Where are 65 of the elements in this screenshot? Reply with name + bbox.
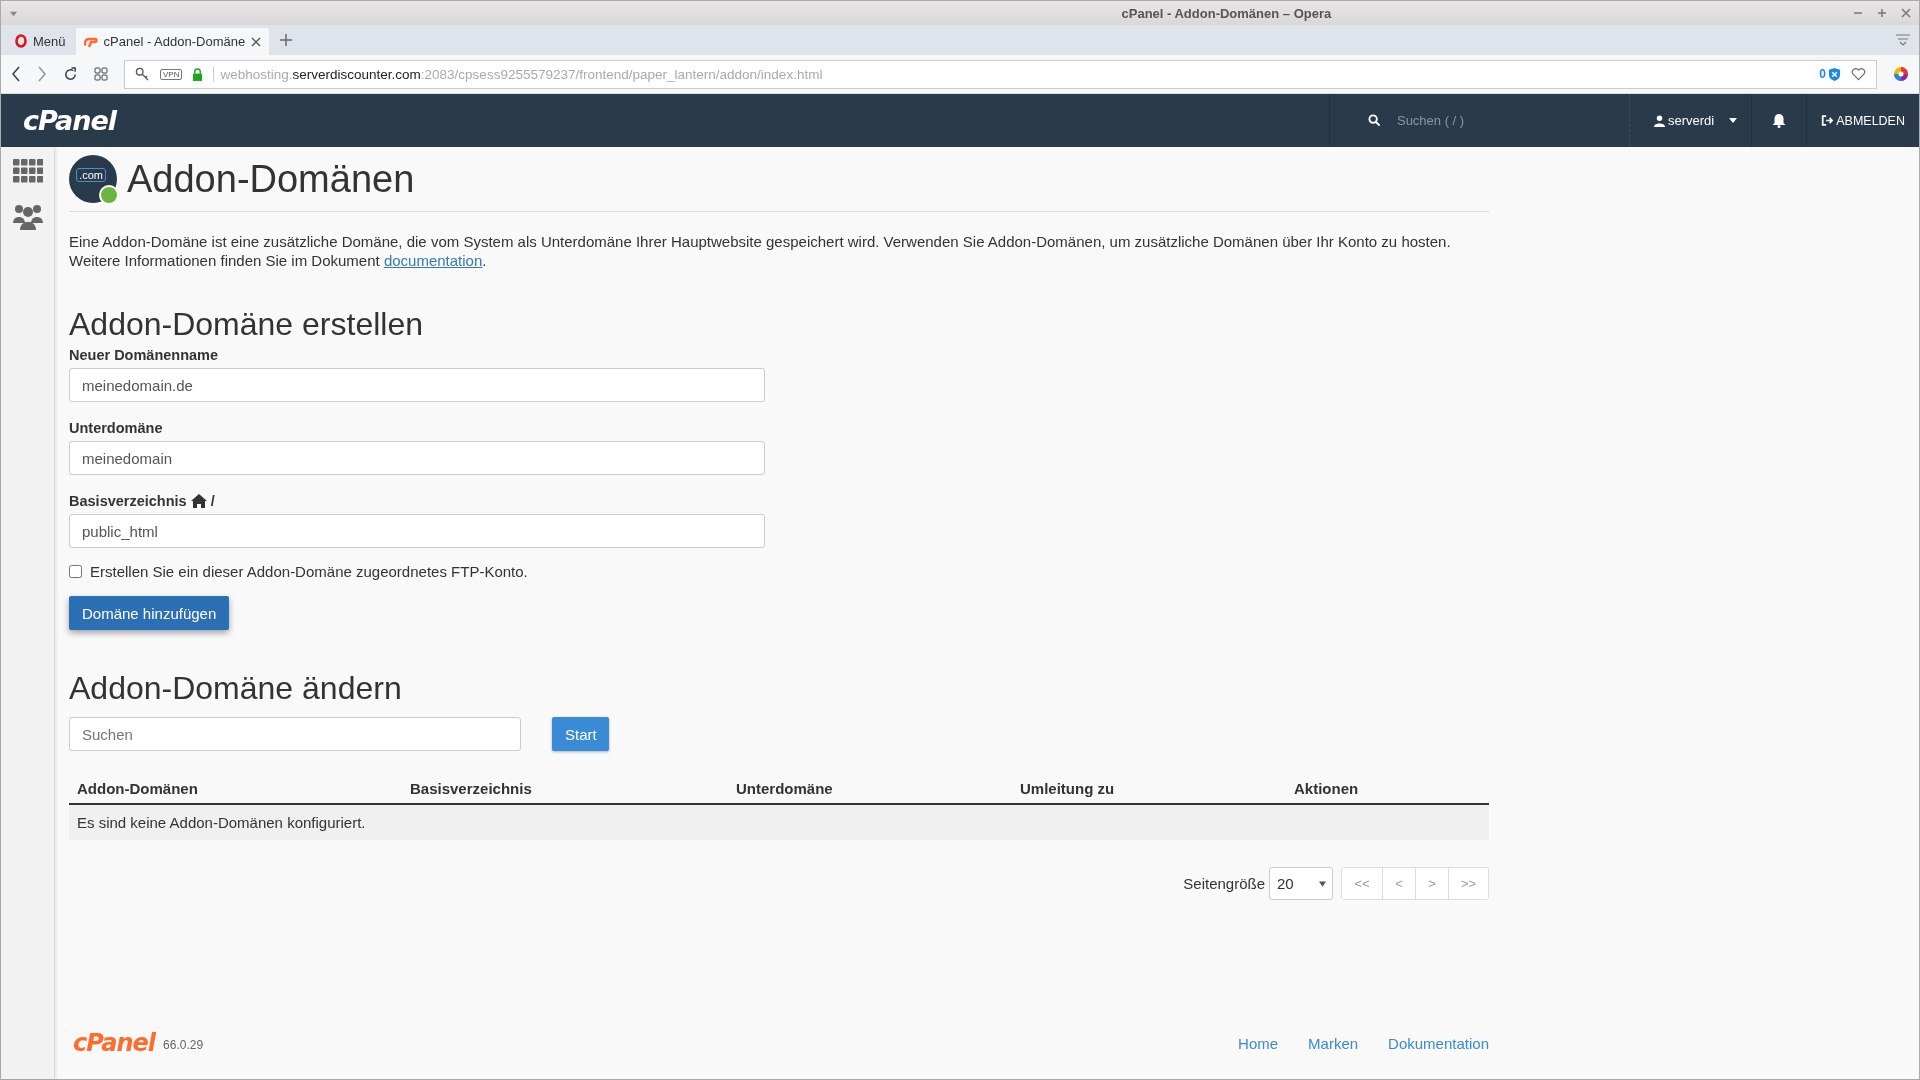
cpanel-logo[interactable]: cPanel [23, 105, 117, 136]
cpanel-favicon-icon [83, 35, 98, 48]
section-heading: Addon-Domäne ändern [69, 670, 403, 707]
field-label: Unterdomäne [69, 420, 163, 436]
column-header: Addon-Domänen [77, 779, 199, 797]
search-field[interactable]: Suchen ( / ) [1394, 112, 1599, 129]
section-heading: Addon-Domäne erstellen [69, 306, 424, 343]
page-title: Addon-Domänen [127, 157, 415, 201]
column-header: Basisverzeichnis [410, 779, 533, 797]
url-text: webhosting.serverdiscounter.com:2083/cpsess9255579237/frontend/paper_lantern/addon/index.html [213, 66, 823, 82]
text-field[interactable]: meinedomain.de [69, 368, 765, 402]
field-label: Neuer Domänenname [69, 347, 219, 363]
logout-button[interactable]: ABMELDEN [1807, 94, 1919, 147]
back-icon[interactable] [11, 66, 21, 82]
reload-icon[interactable] [63, 66, 78, 82]
addon-domain-icon: .com [69, 155, 117, 203]
user-icon [1653, 114, 1665, 127]
lock-icon [192, 67, 204, 81]
column-header: Unterdomäne [736, 779, 834, 797]
footer-link[interactable]: Dokumentation [1388, 1034, 1489, 1052]
heart-icon[interactable] [1851, 67, 1866, 81]
grid-icon[interactable] [12, 159, 43, 183]
bell-icon[interactable] [1772, 113, 1787, 128]
color-wheel-icon[interactable] [1893, 66, 1909, 82]
start-button[interactable]: Start [552, 717, 609, 751]
search-icon [1367, 114, 1381, 127]
window-title: cPanel - Addon-Domänen – Opera [1120, 5, 1332, 21]
text-field[interactable]: public_html [69, 514, 765, 548]
column-header: Aktionen [1294, 779, 1360, 797]
caret-icon [1319, 880, 1326, 887]
field-label: Basisverzeichnis [69, 493, 187, 509]
close-icon[interactable] [1901, 8, 1911, 18]
checkbox-label: Erstellen Sie ein dieser Addon-Domäne zugeordnetes FTP-Konto. [90, 563, 528, 580]
logout-icon [1821, 115, 1834, 126]
page-size-select[interactable]: 20 [1269, 867, 1333, 900]
intro-text: Eine Addon-Domäne ist eine zusätzliche Domäne, die vom System als Unterdomäne Ihrer Hauptwebsite gespeichert wird. Verwenden Sie Addon-Domänen, um zusätzliche Domänen über Ihr Konto zu hosten. Weitere Informationen finden Sie im Dokument documentation. [69, 232, 1452, 270]
tab-menu-icon[interactable] [1895, 34, 1911, 46]
add-domain-button[interactable]: Domäne hinzufügen [69, 596, 230, 630]
search-field[interactable]: Suchen [69, 717, 521, 751]
empty-table-message: Es sind keine Addon-Domänen konfiguriert. [69, 805, 1489, 840]
cpanel-logo: cPanel [73, 1029, 156, 1057]
browser-tab[interactable]: cPanel - Addon-Domäne [75, 28, 270, 55]
user-menu-button[interactable]: serverdi [1628, 94, 1752, 147]
forward-icon[interactable] [37, 66, 47, 82]
ftp-checkbox[interactable] [69, 565, 82, 578]
users-icon[interactable] [12, 203, 43, 231]
caret-icon [1729, 118, 1738, 123]
menu-button[interactable]: Menü [9, 27, 72, 55]
blocked-count: 0 [1819, 67, 1826, 81]
opera-logo-icon [15, 34, 27, 48]
new-tab-icon[interactable] [279, 33, 294, 47]
key-icon [135, 66, 150, 82]
column-header: Umleitung zu [1020, 779, 1116, 797]
version-text: 66.0.29 [163, 1038, 204, 1052]
path-separator: / [210, 493, 215, 509]
page-size-label: Seitengröße [1183, 875, 1265, 892]
speed-dial-icon[interactable] [94, 67, 108, 81]
home-icon [190, 494, 207, 508]
close-icon[interactable] [251, 36, 262, 47]
shield-icon[interactable] [1828, 66, 1841, 82]
tab-label: cPanel - Addon-Domäne [103, 34, 246, 49]
vpn-badge[interactable]: VPN [160, 68, 183, 80]
address-field[interactable]: VPN webhosting.serverdiscounter.com:2083/cpsess9255579237/frontend/paper_lantern/addon/index.html 0 [124, 59, 1877, 89]
text-field[interactable]: meinedomain [69, 441, 765, 475]
maximize-icon[interactable] [1877, 8, 1887, 18]
